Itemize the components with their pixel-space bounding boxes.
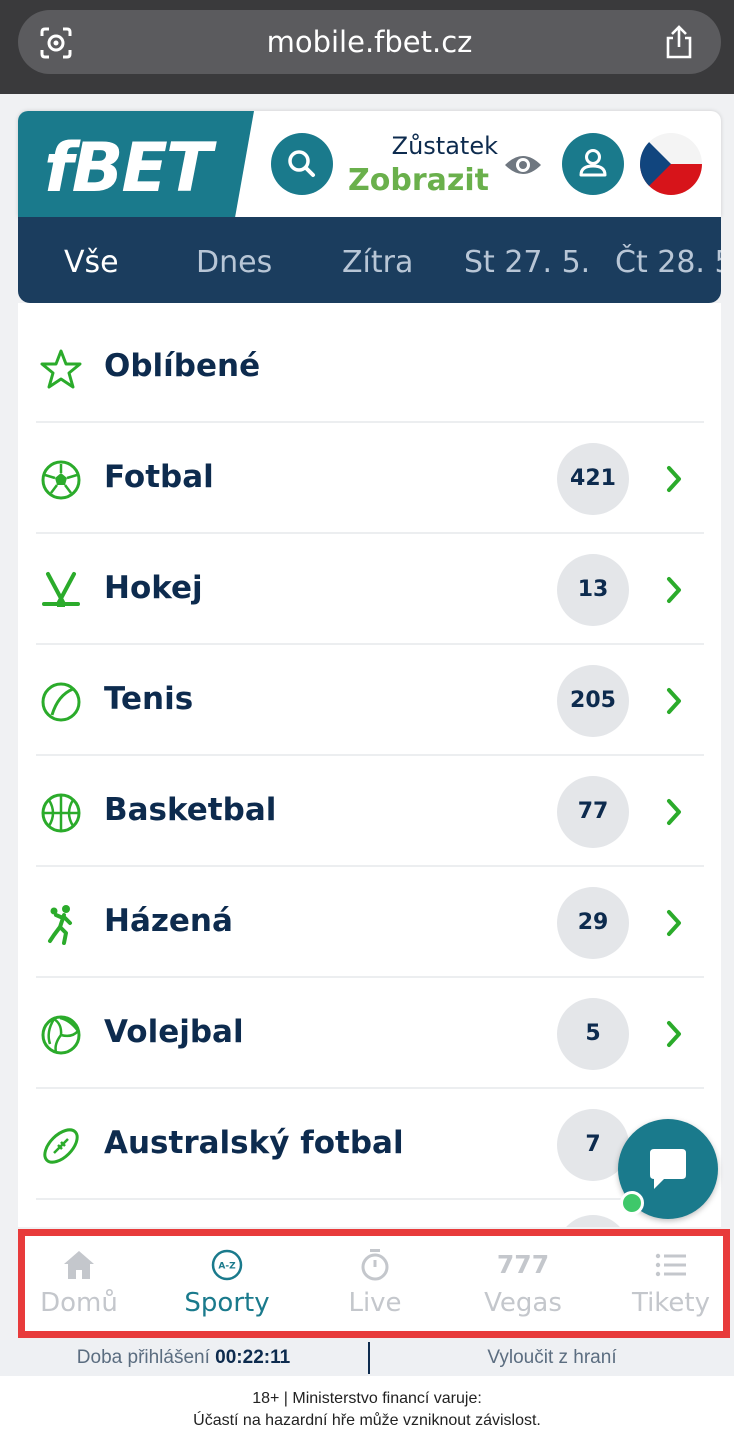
- sport-label: Australský fotbal: [104, 1125, 404, 1161]
- hockey-sticks-icon: [42, 572, 80, 607]
- sport-row-hokej[interactable]: Hokej 13: [36, 534, 704, 645]
- browser-bar: mobile.fbet.cz: [0, 0, 734, 94]
- tab-today[interactable]: Dnes: [196, 245, 272, 280]
- sport-row-basketbal[interactable]: Basketbal 77: [36, 756, 704, 867]
- site-header: fBET Zůstatek Zobrazit: [18, 111, 721, 217]
- event-count-badge: 421: [557, 443, 629, 515]
- nav-home[interactable]: Domů: [9, 1248, 149, 1318]
- show-balance-link[interactable]: Zobrazit: [348, 163, 489, 198]
- eye-icon[interactable]: [503, 151, 543, 179]
- session-timer: 00:22:11: [215, 1347, 291, 1368]
- event-count-badge: 5: [557, 998, 629, 1070]
- star-icon: [40, 349, 82, 389]
- session-time: Doba přihlášení 00:22:11: [76, 1347, 291, 1368]
- nav-sports[interactable]: A-Z Sporty: [157, 1248, 297, 1318]
- tab-tomorrow[interactable]: Zítra: [342, 245, 413, 280]
- balance-label: Zůstatek: [391, 132, 498, 160]
- list-icon: [655, 1253, 686, 1277]
- chevron-right-icon: [667, 577, 681, 603]
- share-icon[interactable]: [663, 24, 695, 60]
- sport-label: Házená: [104, 903, 233, 939]
- svg-text:A-Z: A-Z: [218, 1262, 236, 1272]
- tab-thursday[interactable]: Čt 28. 5: [615, 245, 721, 280]
- a-z-icon: A-Z: [211, 1249, 243, 1281]
- favorites-row[interactable]: Oblíbené: [36, 312, 704, 423]
- sport-row-australsky-fotbal[interactable]: Australský fotbal 7: [36, 1089, 704, 1200]
- gambling-warning: 18+ | Ministerstvo financí varuje: Účast…: [0, 1376, 734, 1452]
- nav-vegas[interactable]: 777 Vegas: [453, 1248, 593, 1318]
- czech-flag-icon: [640, 133, 702, 195]
- chevron-right-icon: [667, 799, 681, 825]
- sport-label: Volejbal: [104, 1014, 244, 1050]
- search-button[interactable]: [271, 133, 333, 195]
- event-count-badge: 77: [557, 776, 629, 848]
- search-icon: [288, 150, 315, 177]
- home-icon: [64, 1251, 94, 1279]
- session-bar: Doba přihlášení 00:22:11 Vyloučit z hran…: [0, 1340, 734, 1376]
- tab-wednesday[interactable]: St 27. 5.: [464, 245, 590, 280]
- sport-label: Basketbal: [104, 792, 277, 828]
- rugby-ball-icon: [43, 1128, 79, 1164]
- user-icon: [579, 149, 607, 177]
- favorites-label: Oblíbené: [104, 348, 261, 384]
- account-button[interactable]: [562, 133, 624, 195]
- sport-row-volejbal[interactable]: Volejbal 5: [36, 978, 704, 1089]
- fbet-logo[interactable]: fBET: [18, 111, 254, 217]
- volleyball-icon: [41, 1015, 81, 1055]
- sport-row-partial[interactable]: [36, 1200, 704, 1227]
- url-text[interactable]: mobile.fbet.cz: [18, 25, 721, 59]
- sport-label: Fotbal: [104, 459, 214, 495]
- chevron-right-icon: [667, 1021, 681, 1047]
- nav-live[interactable]: Live: [305, 1248, 445, 1318]
- sport-row-hazena[interactable]: Házená 29: [36, 867, 704, 978]
- sport-row-fotbal[interactable]: Fotbal 421: [36, 423, 704, 534]
- event-count-badge: 13: [557, 554, 629, 626]
- tab-all[interactable]: Vše: [64, 245, 119, 280]
- online-status-dot: [620, 1191, 644, 1215]
- event-count-badge: 205: [557, 665, 629, 737]
- bottom-navigation: Domů A-Z Sporty Live 777 Vegas Tikety: [18, 1229, 730, 1338]
- 777-icon: 777: [496, 1250, 550, 1279]
- sport-label: Tenis: [104, 681, 194, 717]
- handball-player-icon: [48, 905, 72, 945]
- chevron-right-icon: [667, 910, 681, 936]
- chevron-right-icon: [667, 688, 681, 714]
- chevron-right-icon: [667, 466, 681, 492]
- sport-row-tenis[interactable]: Tenis 205: [36, 645, 704, 756]
- date-filter-tabs: Vše Dnes Zítra St 27. 5. Čt 28. 5: [18, 217, 721, 303]
- sport-label: Hokej: [104, 570, 203, 606]
- language-flag-czech[interactable]: [640, 133, 702, 195]
- basketball-icon: [41, 793, 81, 833]
- soccer-ball-icon: [41, 460, 81, 500]
- address-bar[interactable]: mobile.fbet.cz: [18, 10, 721, 74]
- event-count-badge: 29: [557, 887, 629, 959]
- stopwatch-icon: [361, 1249, 389, 1281]
- tennis-ball-icon: [41, 682, 81, 722]
- self-exclusion-link[interactable]: Vyloučit z hraní: [370, 1347, 734, 1369]
- sport-list: Oblíbené Fotbal 421 Hokej 13 Tenis 205 B…: [18, 303, 721, 1227]
- nav-tickets[interactable]: Tikety: [601, 1248, 734, 1318]
